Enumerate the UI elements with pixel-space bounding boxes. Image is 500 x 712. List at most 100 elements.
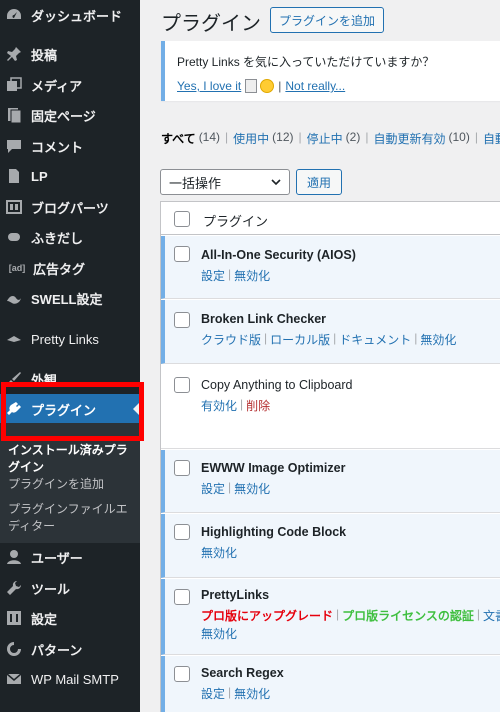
menu-dashboard[interactable]: ダッシュボード	[0, 0, 140, 30]
separator: |	[264, 331, 268, 345]
mail-icon	[6, 671, 22, 687]
menu-plugins[interactable]: プラグイン	[0, 394, 140, 424]
filter-active[interactable]: 使用中	[233, 130, 269, 147]
submenu-plugin-file-editor[interactable]: プラグインファイルエディター	[8, 501, 136, 535]
row-checkbox[interactable]	[174, 377, 190, 393]
action-delete[interactable]: 削除	[246, 397, 270, 414]
menu-comments[interactable]: コメント	[0, 131, 140, 161]
row-checkbox[interactable]	[174, 246, 190, 262]
dashboard-icon	[6, 7, 22, 23]
filter-count: (2)	[345, 130, 361, 144]
separator: |	[476, 607, 481, 621]
action-activate[interactable]: 有効化	[201, 397, 237, 414]
filter-inactive[interactable]: 停止中	[307, 130, 343, 147]
menu-pages[interactable]: 固定ページ	[0, 100, 140, 130]
menu-label: SWELL設定	[31, 291, 103, 307]
user-icon	[6, 549, 22, 565]
column-plugin: プラグイン	[203, 214, 269, 229]
submenu-add-plugin[interactable]: プラグインを追加	[8, 476, 136, 493]
submenu-installed-plugins[interactable]: インストール済みプラグイン	[8, 442, 136, 476]
row-checkbox[interactable]	[174, 524, 190, 540]
pin-icon	[6, 46, 22, 62]
menu-media[interactable]: メディア	[0, 70, 140, 100]
action-local[interactable]: ローカル版	[270, 331, 330, 348]
row-actions: クラウド版 | ローカル版 | ドキュメント | 無効化	[201, 331, 456, 348]
separator: |	[278, 79, 282, 93]
action-deactivate[interactable]: 無効化	[234, 480, 270, 497]
action-activate-license[interactable]: プロ版ライセンスの認証	[342, 607, 474, 624]
menu-label: 外観	[31, 372, 58, 388]
action-cloud[interactable]: クラウド版	[201, 331, 261, 348]
action-settings[interactable]: 設定	[201, 267, 225, 284]
comment-icon	[6, 138, 22, 154]
menu-blog-parts[interactable]: ブログパーツ	[0, 192, 140, 222]
separator: |	[298, 130, 302, 144]
add-plugin-button[interactable]: プラグインを追加	[270, 7, 385, 33]
menu-lp[interactable]: LP	[0, 161, 140, 191]
menu-fukidashi[interactable]: ふきだし	[0, 222, 140, 252]
action-deactivate[interactable]: 無効化	[234, 685, 270, 702]
action-settings[interactable]: 設定	[201, 685, 225, 702]
menu-swell-settings[interactable]: SWELL設定	[0, 283, 140, 313]
separator: |	[228, 685, 232, 699]
filter-auto-update-disabled[interactable]: 自動更	[483, 130, 500, 147]
menu-appearance[interactable]: 外観	[0, 364, 140, 394]
not-really-link[interactable]: Not really...	[285, 79, 345, 93]
pattern-icon	[6, 641, 22, 657]
document-icon	[6, 168, 22, 184]
plugins-table: プラグイン All-In-One Security (AIOS) 設定 | 無効化…	[160, 201, 500, 712]
filter-all[interactable]: すべて	[161, 130, 196, 147]
separator: |	[414, 331, 418, 345]
menu-label: コメント	[31, 139, 84, 155]
apply-button[interactable]: 適用	[296, 169, 343, 195]
row-actions: 設定 | 無効化	[201, 480, 270, 497]
speech-icon	[6, 229, 22, 245]
broken-image-icon	[245, 79, 258, 93]
row-checkbox[interactable]	[174, 589, 190, 605]
separator: |	[365, 130, 369, 144]
row-actions: 設定 | 無効化	[201, 685, 270, 702]
menu-label: LP	[31, 168, 48, 184]
separator: |	[474, 130, 478, 144]
plugin-row-ewww: EWWW Image Optimizer 設定 | 無効化	[161, 450, 500, 513]
filter-auto-update-enabled[interactable]: 自動更新有効	[373, 130, 445, 147]
smiley-icon	[260, 79, 275, 93]
bulk-action-select[interactable]: 一括操作	[160, 169, 290, 195]
menu-label: WP Mail SMTP	[31, 671, 119, 687]
pretty-links-notice: Pretty Links を気に入っていただけていますか？ Yes, I lov…	[161, 41, 500, 101]
select-all-checkbox[interactable]	[174, 211, 190, 227]
row-checkbox[interactable]	[174, 666, 190, 682]
menu-users[interactable]: ユーザー	[0, 542, 140, 572]
brush-icon	[6, 371, 22, 387]
plugin-row-search-regex: Search Regex 設定 | 無効化	[161, 656, 500, 712]
menu-tools[interactable]: ツール	[0, 573, 140, 603]
plugin-name: Search Regex	[201, 666, 284, 680]
row-actions: プロ版にアップグレード| プロ版ライセンスの認証| 文書	[201, 607, 500, 624]
plugin-name: PrettyLinks	[201, 588, 270, 602]
yes-love-it-link[interactable]: Yes, I love it	[177, 79, 241, 93]
action-docs[interactable]: 文書	[483, 607, 500, 624]
row-checkbox[interactable]	[174, 312, 190, 328]
action-upgrade-pro[interactable]: プロ版にアップグレード	[201, 607, 333, 624]
separator: |	[240, 397, 244, 411]
row-checkbox[interactable]	[174, 460, 190, 476]
menu-wp-mail-smtp[interactable]: WP Mail SMTP	[0, 664, 140, 694]
action-deactivate[interactable]: 無効化	[420, 331, 456, 348]
action-deactivate[interactable]: 無効化	[201, 625, 237, 642]
menu-ad-tag[interactable]: [ad] 広告タグ	[0, 253, 140, 283]
menu-pretty-links[interactable]: Pretty Links	[0, 324, 140, 354]
media-icon	[6, 77, 22, 93]
action-deactivate[interactable]: 無効化	[234, 267, 270, 284]
action-docs[interactable]: ドキュメント	[339, 331, 411, 348]
plugin-filters: すべて (14) | 使用中 (12) | 停止中 (2) | 自動更新有効 (10) …	[161, 130, 500, 147]
menu-label: 投稿	[31, 47, 58, 63]
menu-settings[interactable]: 設定	[0, 603, 140, 633]
action-deactivate[interactable]: 無効化	[201, 544, 237, 561]
menu-posts[interactable]: 投稿	[0, 39, 140, 69]
menu-patterns[interactable]: パターン	[0, 634, 140, 664]
plugin-name: Highlighting Code Block	[201, 525, 347, 539]
wrench-icon	[6, 580, 22, 596]
action-settings[interactable]: 設定	[201, 480, 225, 497]
chevron-down-icon	[271, 179, 281, 186]
row-actions: 無効化	[201, 544, 237, 561]
